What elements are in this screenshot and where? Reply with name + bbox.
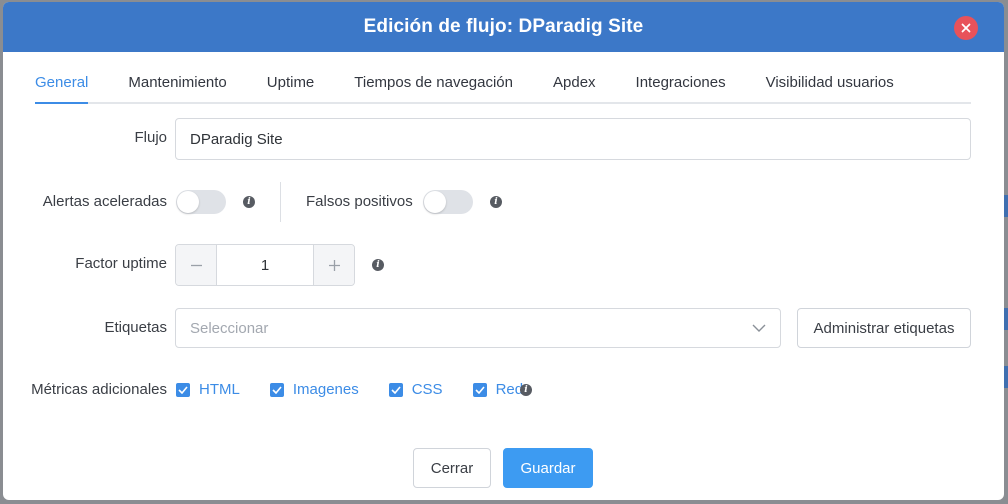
metrica-css-checkbox[interactable]: CSS: [388, 381, 443, 398]
edit-flow-dialog: Edición de flujo: DParadig Site General …: [3, 2, 1004, 500]
metrica-css-label: CSS: [411, 381, 443, 398]
administrar-etiquetas-button[interactable]: Administrar etiquetas: [797, 308, 971, 348]
close-icon: [961, 23, 971, 33]
alertas-aceleradas-toggle[interactable]: [176, 190, 226, 214]
etiquetas-label: Etiquetas: [104, 319, 167, 336]
cerrar-button[interactable]: Cerrar: [413, 448, 491, 488]
tab-bar: General Mantenimiento Uptime Tiempos de …: [35, 52, 971, 104]
tab-visibilidad-usuarios[interactable]: Visibilidad usuarios: [766, 74, 894, 102]
tab-apdex[interactable]: Apdex: [553, 74, 596, 102]
metricas-checkbox-group: HTML Imagenes CSS Red: [176, 381, 553, 398]
close-button[interactable]: [954, 16, 978, 40]
increment-button[interactable]: [313, 245, 354, 285]
toggle-knob: [424, 191, 446, 213]
etiquetas-select[interactable]: Seleccionar: [175, 308, 781, 348]
tab-integraciones[interactable]: Integraciones: [636, 74, 726, 102]
info-icon[interactable]: i: [372, 259, 384, 271]
falsos-positivos-label: Falsos positivos: [306, 193, 413, 210]
toggle-knob: [177, 191, 199, 213]
metrica-imagenes-checkbox[interactable]: Imagenes: [269, 381, 359, 398]
metricas-adicionales-label: Métricas adicionales: [31, 381, 167, 398]
dialog-title: Edición de flujo: DParadig Site: [363, 16, 644, 37]
decrement-button[interactable]: [176, 245, 217, 285]
check-icon: [176, 382, 190, 397]
metrica-html-label: HTML: [199, 381, 240, 398]
info-icon[interactable]: i: [490, 196, 502, 208]
info-icon[interactable]: i: [243, 196, 255, 208]
falsos-positivos-toggle[interactable]: [423, 190, 473, 214]
plus-icon: [328, 259, 340, 271]
chevron-down-icon: [752, 324, 766, 332]
metrica-imagenes-label: Imagenes: [292, 381, 359, 398]
minus-icon: [190, 264, 202, 266]
tab-uptime[interactable]: Uptime: [267, 74, 315, 102]
metrica-html-checkbox[interactable]: HTML: [176, 381, 240, 398]
tab-general[interactable]: General: [35, 74, 89, 104]
check-icon: [269, 382, 284, 397]
info-icon[interactable]: i: [520, 384, 532, 396]
factor-uptime-input[interactable]: [217, 245, 313, 285]
check-icon: [388, 382, 403, 397]
alertas-aceleradas-label: Alertas aceleradas: [42, 193, 167, 210]
guardar-button[interactable]: Guardar: [503, 448, 593, 488]
tab-mantenimiento[interactable]: Mantenimiento: [128, 74, 226, 102]
flujo-label: Flujo: [134, 129, 167, 146]
etiquetas-placeholder: Seleccionar: [190, 319, 269, 337]
dialog-header: Edición de flujo: DParadig Site: [3, 2, 1004, 52]
tab-tiempos-navegacion[interactable]: Tiempos de navegación: [354, 74, 513, 102]
factor-uptime-label: Factor uptime: [75, 255, 167, 272]
factor-uptime-stepper: [175, 244, 355, 286]
flujo-input[interactable]: DParadig Site: [175, 118, 971, 160]
metrica-red-checkbox[interactable]: Red: [472, 381, 524, 398]
vertical-divider: [280, 182, 281, 222]
metrica-red-label: Red: [495, 381, 524, 398]
check-icon: [472, 382, 487, 397]
flujo-input-value: DParadig Site: [190, 130, 283, 148]
